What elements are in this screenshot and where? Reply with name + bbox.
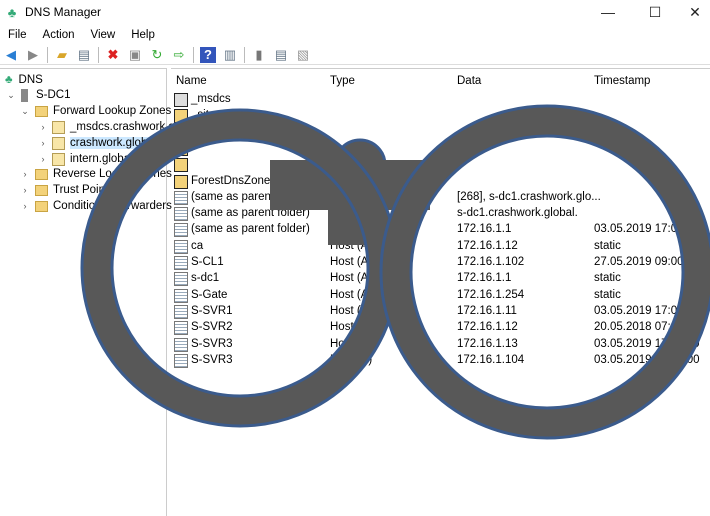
binoculars-overlay [80, 104, 710, 440]
binoculars-left-lens [80, 108, 400, 428]
binoculars-right-lens [379, 104, 710, 440]
